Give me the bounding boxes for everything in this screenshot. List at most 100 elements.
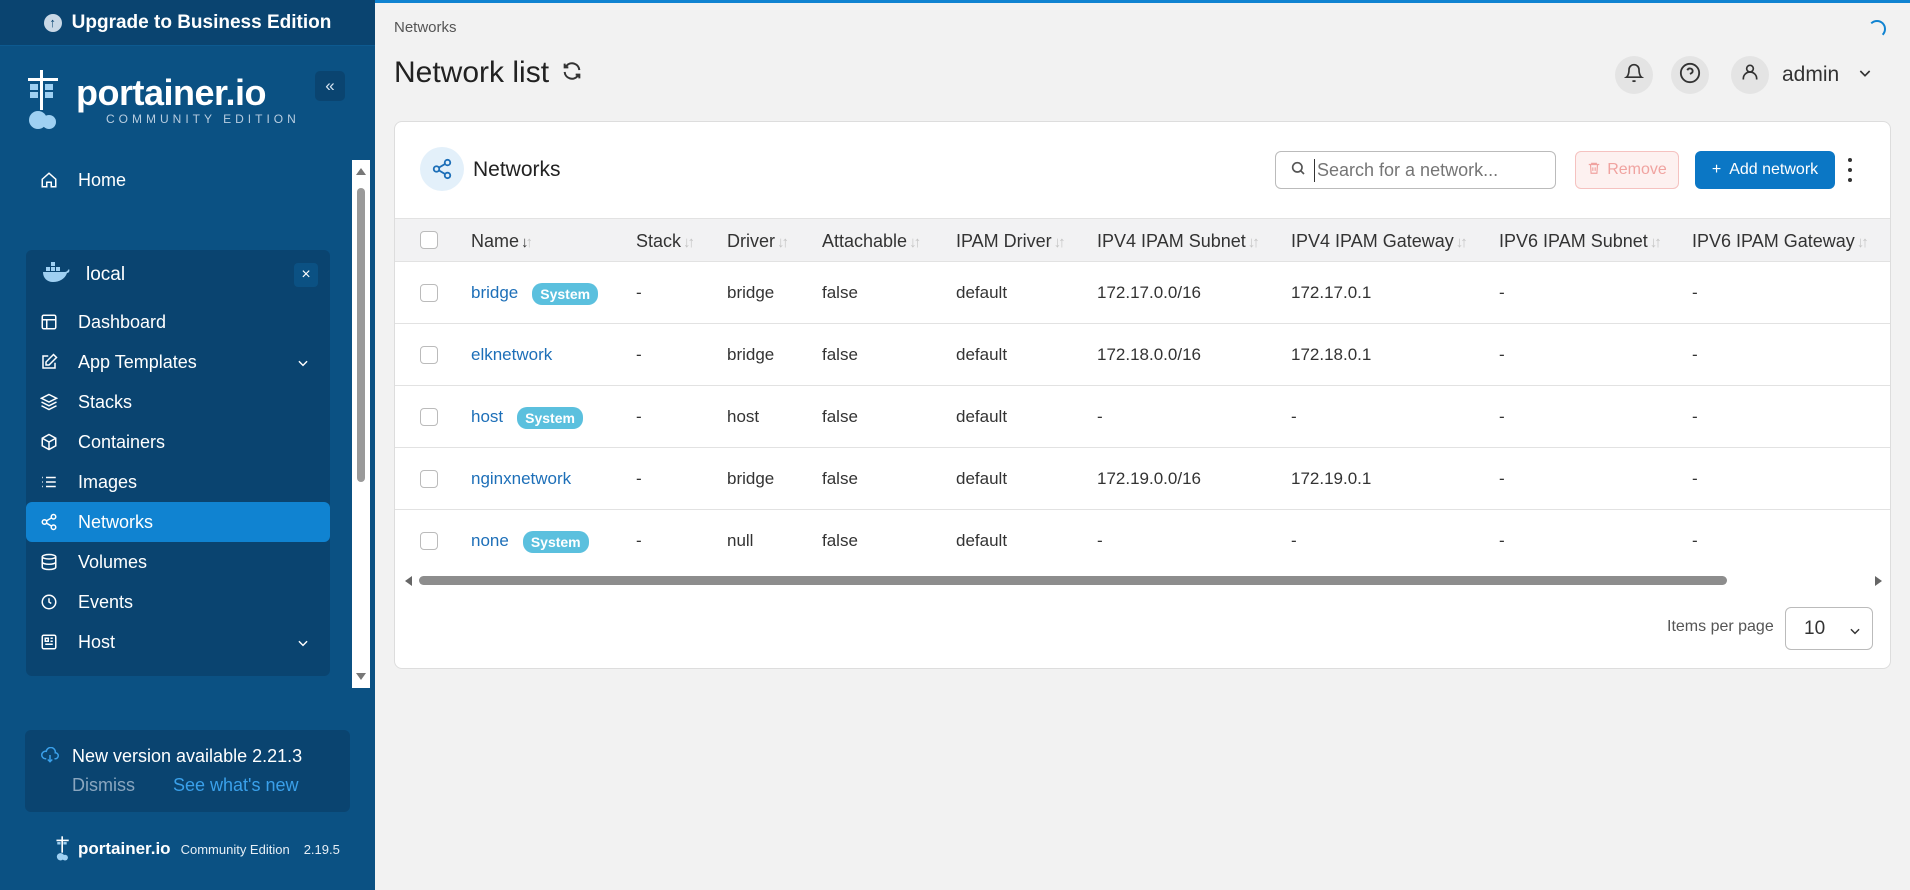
cell-ipam-driver: default — [956, 345, 1008, 364]
close-environment-button[interactable]: × — [294, 263, 318, 287]
cell-ipv4-gateway: 172.19.0.1 — [1291, 469, 1372, 488]
network-name-link[interactable]: host — [471, 407, 503, 426]
portainer-logo[interactable]: portainer.io COMMUNITY EDITION — [22, 70, 322, 134]
environment-header[interactable]: local × — [26, 250, 330, 300]
cell-attachable: false — [822, 531, 858, 550]
collapse-sidebar-button[interactable]: « — [315, 71, 345, 101]
column-ipv4-gateway[interactable]: IPV4 IPAM Gateway ↓↑ — [1291, 219, 1468, 263]
sidebar-item-images[interactable]: Images — [26, 462, 330, 502]
sidebar-item-label: Volumes — [78, 551, 148, 572]
user-menu[interactable]: admin — [1731, 56, 1873, 94]
search-box — [1275, 151, 1556, 189]
row-checkbox[interactable] — [420, 346, 438, 364]
update-notice: New version available 2.21.3 Dismiss See… — [25, 730, 350, 812]
add-network-button[interactable]: + Add network — [1695, 151, 1835, 189]
sort-icon: ↓↑ — [1247, 234, 1260, 251]
cell-ipam-driver: default — [956, 407, 1008, 426]
sidebar-item-stacks[interactable]: Stacks — [26, 382, 330, 422]
row-checkbox[interactable] — [420, 532, 438, 550]
column-ipv6-gateway[interactable]: IPV6 IPAM Gateway ↓↑ — [1692, 219, 1869, 263]
scroll-thumb[interactable] — [357, 188, 365, 482]
scroll-left-arrow-icon[interactable] — [405, 576, 412, 586]
cell-ipam-driver: default — [956, 283, 1008, 302]
row-checkbox[interactable] — [420, 470, 438, 488]
select-all-checkbox[interactable] — [420, 231, 438, 249]
search-input[interactable] — [1314, 158, 1534, 182]
help-circle-icon — [1679, 62, 1701, 89]
sidebar-item-host[interactable]: Host — [26, 622, 330, 662]
sidebar-item-events[interactable]: Events — [26, 582, 330, 622]
add-network-label: Add network — [1729, 161, 1819, 178]
column-name[interactable]: Name ↓↑ — [471, 219, 533, 263]
footer-version: 2.19.5 — [303, 841, 340, 857]
sidebar-nav: Home local × Dashboard App Templates Sta… — [0, 160, 375, 688]
column-stack[interactable]: Stack ↓↑ — [636, 219, 695, 263]
sidebar-item-containers[interactable]: Containers — [26, 422, 330, 462]
sidebar-item-volumes[interactable]: Volumes — [26, 542, 330, 582]
cell-ipv6-subnet: - — [1499, 283, 1505, 302]
sidebar-item-label: Events — [78, 591, 134, 612]
sidebar-item-label: Networks — [78, 511, 154, 532]
column-ipam-driver[interactable]: IPAM Driver ↓↑ — [956, 219, 1066, 263]
environment-name: local — [86, 264, 126, 285]
column-ipv6-subnet[interactable]: IPV6 IPAM Subnet ↓↑ — [1499, 219, 1662, 263]
column-ipv4-subnet[interactable]: IPV4 IPAM Subnet ↓↑ — [1097, 219, 1260, 263]
cell-ipv6-gateway: - — [1692, 283, 1698, 302]
sidebar-item-dashboard[interactable]: Dashboard — [26, 302, 330, 342]
networks-card: Networks Remove + Add network Name↓↑ Sta… — [394, 121, 1891, 669]
cell-driver: host — [727, 407, 760, 426]
column-attachable[interactable]: Attachable ↓↑ — [822, 219, 921, 263]
row-checkbox[interactable] — [420, 408, 438, 426]
network-name-link[interactable]: none — [471, 531, 509, 550]
search-icon — [1290, 160, 1306, 181]
upgrade-banner[interactable]: ↑ Upgrade to Business Edition — [0, 0, 375, 46]
sidebar-item-home[interactable]: Home — [26, 160, 330, 200]
bell-icon — [1623, 63, 1645, 88]
sort-icon: ↓↑ — [1455, 234, 1468, 251]
sidebar-item-app-templates[interactable]: App Templates — [26, 342, 330, 382]
cell-ipv6-gateway: - — [1692, 407, 1698, 426]
brand-sub: COMMUNITY EDITION — [106, 112, 300, 126]
scroll-thumb[interactable] — [419, 576, 1727, 585]
cell-driver: bridge — [727, 283, 775, 302]
row-checkbox[interactable] — [420, 284, 438, 302]
sort-icon: ↓↑ — [1053, 234, 1066, 251]
cell-ipv4-gateway: 172.17.0.1 — [1291, 283, 1372, 302]
cell-ipv6-gateway: - — [1692, 345, 1698, 364]
cell-ipv6-subnet: - — [1499, 531, 1505, 550]
plus-icon: + — [1711, 161, 1722, 178]
sort-icon: ↓↑ — [777, 234, 789, 251]
see-whats-new-link[interactable]: See what's new — [173, 775, 299, 796]
notifications-button[interactable] — [1615, 56, 1653, 94]
footer-brand: portainer.io Community Edition 2.19.5 — [54, 836, 340, 862]
column-driver[interactable]: Driver ↓↑ — [727, 219, 789, 263]
refresh-icon[interactable] — [561, 56, 583, 90]
sort-icon: ↓↑ — [1856, 234, 1869, 251]
cell-stack: - — [636, 345, 642, 364]
scroll-up-arrow-icon[interactable] — [356, 168, 366, 175]
items-per-page-select[interactable]: 10 — [1785, 607, 1873, 650]
cell-driver: null — [727, 531, 754, 550]
scroll-right-arrow-icon[interactable] — [1875, 576, 1882, 586]
table-row: nginxnetwork - bridge false default 172.… — [395, 448, 1890, 510]
scroll-down-arrow-icon[interactable] — [356, 673, 366, 680]
network-name-link[interactable]: bridge — [471, 283, 518, 302]
chevrons-left-icon: « — [325, 76, 335, 95]
layout-icon — [38, 311, 60, 333]
more-options-icon[interactable] — [1845, 158, 1855, 182]
network-name-link[interactable]: nginxnetwork — [471, 448, 571, 510]
sidebar-scrollbar[interactable] — [352, 160, 370, 688]
cell-ipv6-subnet: - — [1499, 407, 1505, 426]
sidebar-item-networks[interactable]: Networks — [26, 502, 330, 542]
dismiss-link[interactable]: Dismiss — [72, 775, 135, 796]
system-badge: System — [522, 530, 589, 553]
cell-ipv6-gateway: - — [1692, 469, 1698, 488]
help-button[interactable] — [1671, 56, 1709, 94]
cell-attachable: false — [822, 345, 858, 364]
table-row: none System - null false default - - - - — [395, 510, 1890, 572]
table-header: Name ↓↑ Stack ↓↑ Driver ↓↑ Attachable ↓↑ IPA… — [395, 218, 1890, 263]
cell-ipv6-gateway: - — [1692, 531, 1698, 550]
network-name-link[interactable]: elknetwork — [471, 324, 552, 386]
remove-button[interactable]: Remove — [1575, 151, 1679, 189]
table-horizontal-scrollbar[interactable] — [405, 573, 1882, 589]
